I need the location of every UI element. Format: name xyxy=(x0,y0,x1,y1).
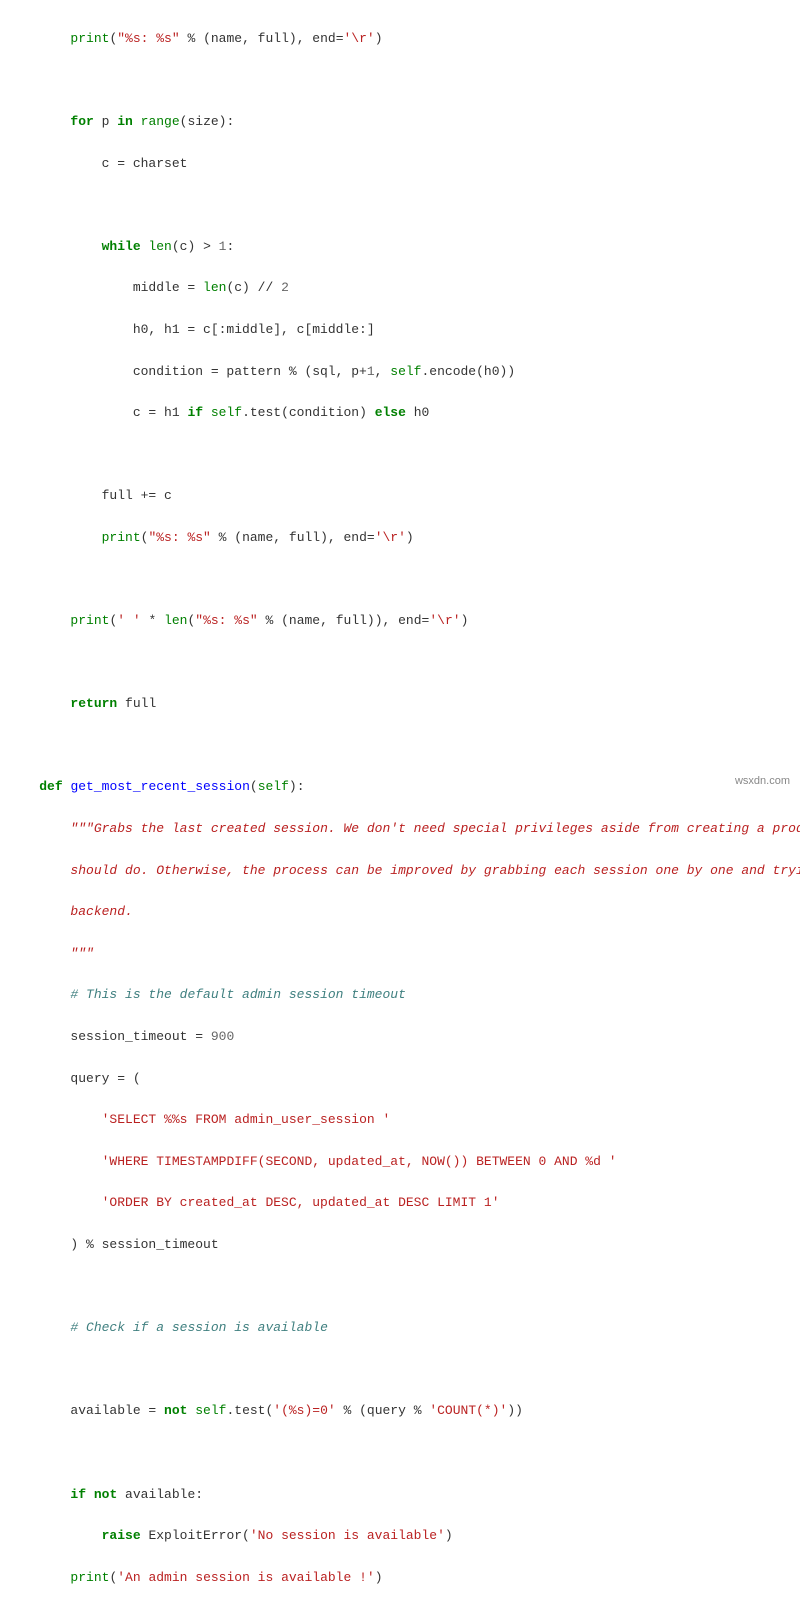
comment: # Check if a session is available xyxy=(70,1320,327,1335)
string-literal: "%s: %s" xyxy=(117,31,179,46)
code-line: 'ORDER BY created_at DESC, updated_at DE… xyxy=(0,1193,800,1214)
code-line: full += c xyxy=(0,486,800,507)
string-literal: "%s: %s" xyxy=(195,613,257,628)
code-line: for p in range(size): xyxy=(0,112,800,133)
code-line: print(' ' * len("%s: %s" % (name, full))… xyxy=(0,611,800,632)
code-line: raise ExploitError('No session is availa… xyxy=(0,1526,800,1547)
code-line: if not available: xyxy=(0,1485,800,1506)
string-literal: "%s: %s" xyxy=(148,530,210,545)
keyword-not: not xyxy=(94,1487,117,1502)
code-line: return full xyxy=(0,694,800,715)
code-line: 'WHERE TIMESTAMPDIFF(SECOND, updated_at,… xyxy=(0,1152,800,1173)
docstring: should do. Otherwise, the process can be… xyxy=(70,863,800,878)
comment: # This is the default admin session time… xyxy=(70,987,405,1002)
code-line: query = ( xyxy=(0,1069,800,1090)
self-param: self xyxy=(258,779,289,794)
keyword-for: for xyxy=(70,114,93,129)
code-line: middle = len(c) // 2 xyxy=(0,278,800,299)
code-line: """Grabs the last created session. We do… xyxy=(0,819,800,840)
function-name: get_most_recent_session xyxy=(70,779,249,794)
code-line: should do. Otherwise, the process can be… xyxy=(0,861,800,882)
code-line: backend. xyxy=(0,902,800,923)
code-line: c = h1 if self.test(condition) else h0 xyxy=(0,403,800,424)
self-ref: self xyxy=(211,405,242,420)
number-literal: 2 xyxy=(281,280,289,295)
builtin-len: len xyxy=(164,613,187,628)
code-line: available = not self.test('(%s)=0' % (qu… xyxy=(0,1401,800,1422)
docstring: """ xyxy=(70,946,93,961)
string-literal: 'SELECT %%s FROM admin_user_session ' xyxy=(102,1112,391,1127)
code-line: # This is the default admin session time… xyxy=(0,985,800,1006)
code-line: """ xyxy=(0,944,800,965)
builtin-len: len xyxy=(148,239,171,254)
number-literal: 1 xyxy=(367,364,375,379)
print-call: print xyxy=(102,530,141,545)
keyword-in: in xyxy=(117,114,133,129)
code-line xyxy=(0,1277,800,1298)
keyword-else: else xyxy=(375,405,406,420)
number-literal: 900 xyxy=(211,1029,234,1044)
string-literal: 'WHERE TIMESTAMPDIFF(SECOND, updated_at,… xyxy=(102,1154,617,1169)
code-line: condition = pattern % (sql, p+1, self.en… xyxy=(0,362,800,383)
string-literal: 'An admin session is available !' xyxy=(117,1570,374,1585)
builtin-len: len xyxy=(203,280,226,295)
keyword-def: def xyxy=(39,779,62,794)
code-line: print('An admin session is available !') xyxy=(0,1568,800,1589)
code-line xyxy=(0,195,800,216)
code-line: session_timeout = 900 xyxy=(0,1027,800,1048)
code-line xyxy=(0,1360,800,1381)
keyword-if: if xyxy=(70,1487,86,1502)
code-line xyxy=(0,736,800,757)
keyword-not: not xyxy=(164,1403,187,1418)
code-line: print("%s: %s" % (name, full), end='\r') xyxy=(0,29,800,50)
code-line: h0, h1 = c[:middle], c[middle:] xyxy=(0,320,800,341)
string-literal: 'No session is available' xyxy=(250,1528,445,1543)
string-literal: 'ORDER BY created_at DESC, updated_at DE… xyxy=(102,1195,500,1210)
watermark: wsxdn.com xyxy=(735,773,790,791)
code-line: c = charset xyxy=(0,154,800,175)
string-literal: 'COUNT(*)' xyxy=(429,1403,507,1418)
code-line xyxy=(0,445,800,466)
string-literal: ' ' xyxy=(117,613,140,628)
code-line xyxy=(0,70,800,91)
keyword-return: return xyxy=(70,696,117,711)
code-line: def get_most_recent_session(self): xyxy=(0,777,800,798)
builtin-range: range xyxy=(141,114,180,129)
string-literal: '\r' xyxy=(375,530,406,545)
docstring: """Grabs the last created session. We do… xyxy=(70,821,800,836)
print-call: print xyxy=(70,613,109,628)
print-call: print xyxy=(70,1570,109,1585)
code-line: ) % session_timeout xyxy=(0,1235,800,1256)
code-line xyxy=(0,653,800,674)
keyword-while: while xyxy=(102,239,141,254)
code-line xyxy=(0,1443,800,1464)
number-literal: 1 xyxy=(219,239,227,254)
code-block: print("%s: %s" % (name, full), end='\r')… xyxy=(0,8,800,1598)
string-literal: '\r' xyxy=(344,31,375,46)
code-line xyxy=(0,570,800,591)
string-literal: '(%s)=0' xyxy=(273,1403,335,1418)
docstring: backend. xyxy=(70,904,132,919)
keyword-if: if xyxy=(187,405,203,420)
self-ref: self xyxy=(390,364,421,379)
string-literal: '\r' xyxy=(429,613,460,628)
keyword-raise: raise xyxy=(102,1528,141,1543)
code-line: while len(c) > 1: xyxy=(0,237,800,258)
code-line: 'SELECT %%s FROM admin_user_session ' xyxy=(0,1110,800,1131)
print-call: print xyxy=(70,31,109,46)
self-ref: self xyxy=(195,1403,226,1418)
code-line: # Check if a session is available xyxy=(0,1318,800,1339)
code-line: print("%s: %s" % (name, full), end='\r') xyxy=(0,528,800,549)
operator: += xyxy=(141,488,157,503)
